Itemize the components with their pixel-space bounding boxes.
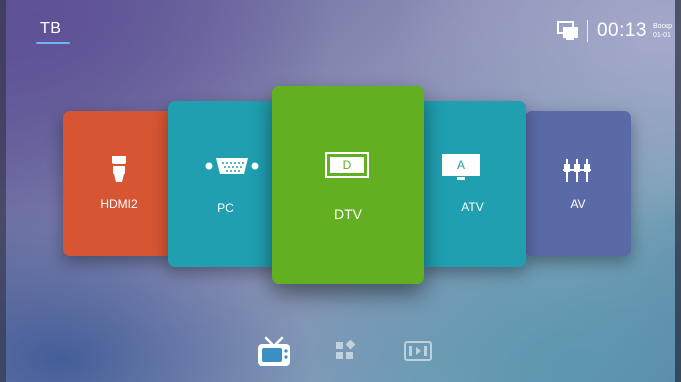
tv-stand xyxy=(457,177,465,180)
tv-screen-inner: D xyxy=(330,157,364,173)
source-card-av[interactable]: AV xyxy=(525,111,631,256)
status-divider xyxy=(586,20,588,42)
bottom-nav xyxy=(0,326,681,376)
tv-icon[interactable] xyxy=(254,334,294,370)
source-badge: A xyxy=(456,158,465,172)
source-card-pc[interactable]: PC xyxy=(168,101,283,267)
tv-home-screen: ТВ 00:13 Воскр 01-01 HDMI2 PC A ATV AV D… xyxy=(0,0,681,382)
clock-day: Воскр xyxy=(653,23,673,30)
network-icon xyxy=(556,21,578,40)
source-card-atv[interactable]: A ATV xyxy=(419,101,526,267)
source-label: DTV xyxy=(334,206,362,222)
source-label: PC xyxy=(217,201,234,215)
av-cable-icon xyxy=(563,159,591,182)
source-label: ATV xyxy=(461,200,484,214)
vga-icon xyxy=(205,158,259,174)
apps-icon[interactable] xyxy=(334,340,356,362)
media-icon[interactable] xyxy=(404,340,434,362)
clock-time: 00:13 xyxy=(596,20,647,41)
source-card-dtv[interactable]: D DTV xyxy=(272,86,424,284)
bezel-left xyxy=(0,0,6,382)
clock-date-value: 01-01 xyxy=(653,32,671,39)
tv-screen-icon: A xyxy=(442,154,480,176)
tv-screen-icon: D xyxy=(325,152,369,178)
clock-date: Воскр 01-01 xyxy=(653,22,675,40)
source-label: AV xyxy=(570,197,586,211)
hdmi-icon xyxy=(112,156,126,182)
page-title: ТВ xyxy=(40,20,62,37)
source-card-hdmi2[interactable]: HDMI2 xyxy=(63,111,175,256)
bezel-right xyxy=(675,0,681,382)
title-underline xyxy=(36,42,70,44)
status-bar: 00:13 Воскр 01-01 xyxy=(556,17,675,45)
source-label: HDMI2 xyxy=(100,197,138,211)
source-badge: D xyxy=(342,158,352,172)
